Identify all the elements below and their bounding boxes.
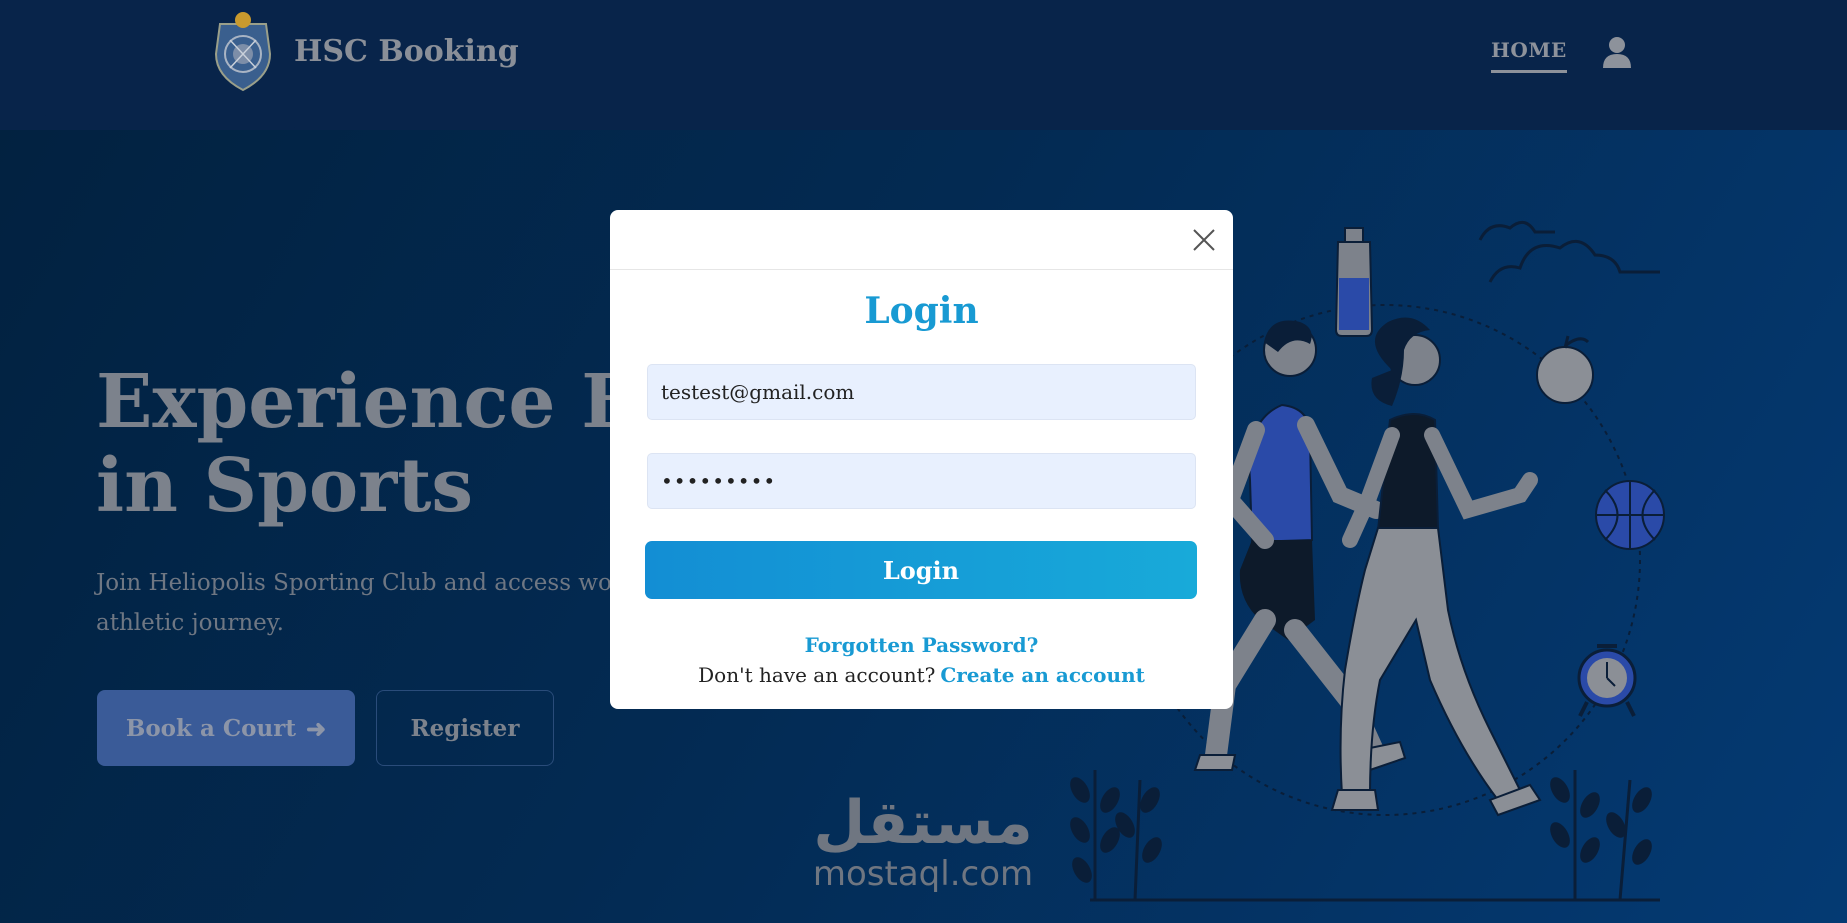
plant-icon (1550, 770, 1652, 901)
login-modal: Login testest@gmail.com ••••••••• Login … (610, 210, 1233, 709)
signup-prompt: Don't have an account? Create an account (610, 663, 1233, 687)
signup-text: Don't have an account? (698, 663, 936, 687)
alarm-clock-icon (1577, 644, 1637, 717)
close-icon[interactable] (1192, 228, 1216, 252)
login-button[interactable]: Login (645, 541, 1197, 599)
nav-link-home[interactable]: HOME (1491, 38, 1567, 73)
brand-name: HSC Booking (294, 33, 519, 69)
watermark-arabic: مستقل (813, 788, 1033, 858)
user-icon[interactable] (1602, 36, 1632, 68)
watermark-latin: mostaql.com (812, 854, 1034, 894)
apple-icon (1536, 335, 1594, 404)
hero-subtitle-line1: Join Heliopolis Sporting Club and access… (96, 570, 631, 596)
hero-subtitle: Join Heliopolis Sporting Club and access… (96, 563, 656, 643)
cloud-icon (1488, 239, 1660, 283)
cloud-icon (1478, 220, 1555, 241)
email-field[interactable]: testest@gmail.com (647, 364, 1196, 420)
brand[interactable]: HSC Booking (212, 10, 519, 92)
basketball-icon (1595, 480, 1665, 550)
navbar: HSC Booking HOME (0, 0, 1847, 130)
plant-icon (1070, 770, 1162, 901)
forgot-password-link[interactable]: Forgotten Password? (610, 633, 1233, 657)
club-crest-logo (214, 12, 272, 92)
watermark: مستقل mostaql.com (808, 790, 1038, 892)
woman-walking-figure (1330, 317, 1542, 817)
book-court-button[interactable]: Book a Court ➜ (97, 690, 355, 766)
arrow-right-icon: ➜ (305, 713, 327, 743)
water-bottle-icon (1334, 227, 1374, 337)
password-field[interactable]: ••••••••• (647, 453, 1196, 509)
modal-header (610, 210, 1233, 270)
create-account-link[interactable]: Create an account (940, 663, 1145, 687)
book-court-label: Book a Court (125, 714, 296, 742)
hero-subtitle-line2: athletic journey. (96, 610, 284, 636)
register-button[interactable]: Register (376, 690, 554, 766)
modal-title: Login (864, 290, 979, 332)
